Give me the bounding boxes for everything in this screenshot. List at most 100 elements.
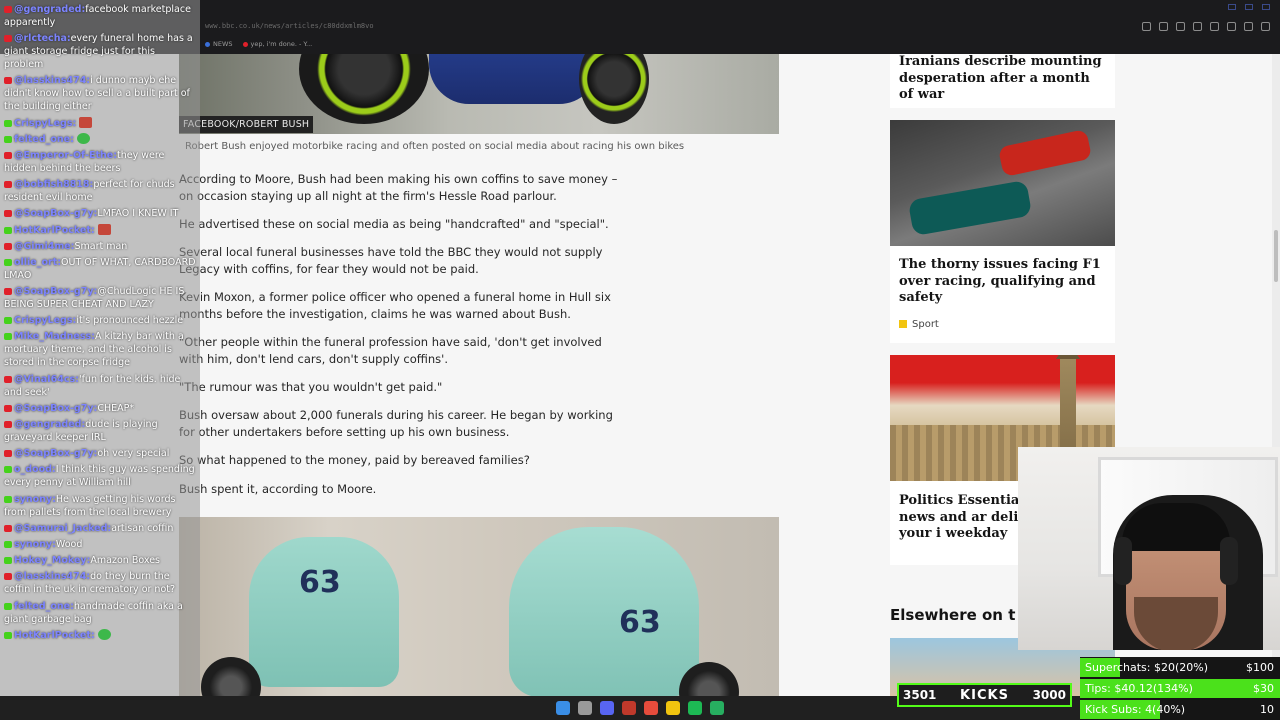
cap-shape	[1122, 503, 1230, 551]
scrollbar-thumb[interactable]	[1274, 230, 1278, 282]
chat-username: @SoapBox-g7y:	[14, 402, 98, 414]
elsewhere-heading: Elsewhere on t	[890, 606, 1016, 624]
chat-username: HotKarlPocket:	[14, 224, 95, 236]
chat-username: @SoapBox-g7y:	[14, 208, 98, 220]
youtube-badge-icon	[4, 181, 12, 189]
f1-car-shape	[907, 179, 1033, 237]
reader-icon[interactable]	[1142, 22, 1151, 31]
article-paragraph: "Other people within the funeral profess…	[179, 335, 602, 366]
chat-username: HotKarlPocket:	[14, 629, 95, 641]
goal-label: Tips: $40.12(134%)	[1080, 682, 1193, 695]
article-paragraph: Kevin Moxon, a former police officer who…	[179, 290, 611, 321]
bookmark-youtube[interactable]: yep, i'm done. - Y...	[242, 40, 312, 48]
chat-username: ollie_ort:	[14, 256, 62, 268]
minimize-icon[interactable]	[1228, 4, 1236, 10]
youtube-badge-icon	[4, 77, 12, 85]
goal-tips: Tips: $40.12(134%) $30	[1080, 678, 1280, 699]
chat-username: Mike_Madness:	[14, 331, 95, 343]
article-paragraph: According to Moore, Bush had been making…	[179, 172, 618, 203]
xbox-icon[interactable]	[710, 701, 724, 715]
obs-icon[interactable]	[622, 701, 636, 715]
kick-badge-icon	[4, 602, 12, 610]
emote-icon	[97, 223, 111, 235]
chat-message: @Emperor-Of-Ethe:they were hidden behind…	[4, 149, 196, 175]
youtube-badge-icon	[4, 288, 12, 296]
kick-badge-icon	[4, 226, 12, 234]
bike-number: 63	[619, 605, 661, 640]
chat-text: LMFAO I KNEW IT	[97, 208, 179, 220]
kick-badge-icon	[4, 540, 12, 548]
chat-text: artisan coffin	[111, 522, 174, 534]
chat-username: @Gimi4me:	[14, 240, 75, 252]
article-paragraph: "The rumour was that you wouldn't get pa…	[179, 380, 443, 394]
browser-icon[interactable]	[644, 701, 658, 715]
youtube-badge-icon	[4, 375, 12, 383]
image-caption: Robert Bush enjoyed motorbike racing and…	[185, 141, 685, 152]
chat-username: CrispyLegs:	[14, 117, 77, 129]
related-card-title[interactable]: The thorny issues facing F1 over racing,…	[890, 246, 1115, 307]
related-card[interactable]: The thorny issues facing F1 over racing,…	[890, 120, 1115, 343]
download-icon[interactable]	[1244, 22, 1253, 31]
spotify-icon[interactable]	[688, 701, 702, 715]
discord-icon[interactable]	[600, 701, 614, 715]
chat-username: @gengraded:	[14, 4, 86, 15]
chat-message: @SoapBox-g7y:oh very special	[4, 447, 196, 460]
windows-start-icon[interactable]	[556, 701, 570, 715]
goal-label-text: Superchats:	[1085, 661, 1151, 674]
kick-badge-icon	[4, 258, 12, 266]
folder-icon[interactable]	[666, 701, 680, 715]
youtube-badge-icon	[4, 524, 12, 532]
translate-icon[interactable]	[1176, 22, 1185, 31]
window-controls	[1228, 4, 1270, 10]
goal-superchats: Superchats: $20(20%) $100	[1080, 657, 1280, 678]
chat-message: Hokey_Mokey:Amazon Boxes	[4, 554, 196, 567]
youtube-badge-icon	[4, 421, 12, 428]
extensions-icon[interactable]	[1227, 22, 1236, 31]
kick-count: 3501	[903, 688, 937, 702]
goal-value: $20(20%)	[1154, 661, 1209, 674]
zoom-icon[interactable]	[1159, 22, 1168, 31]
taskbar-icons	[556, 701, 724, 715]
youtube-badge-icon	[4, 450, 12, 458]
maximize-icon[interactable]	[1245, 4, 1253, 10]
chat-text: Smart man	[74, 240, 128, 252]
article-image-bikes: 63 63	[179, 517, 779, 697]
emote-icon	[79, 116, 93, 128]
live-chat-overlay: @gengraded:facebook marketplace apparent…	[0, 0, 200, 720]
chat-message: @gengraded:dude is playing graveyard kee…	[4, 418, 196, 444]
kick-badge-icon	[4, 495, 12, 503]
article-paragraph: Bush oversaw about 2,000 funerals during…	[179, 408, 613, 439]
menu-icon[interactable]	[1261, 22, 1270, 31]
bookmark-news[interactable]: NEWS	[205, 40, 233, 48]
youtube-badge-icon	[4, 6, 12, 13]
chat-message: felted_one:handmade coffin aka a giant g…	[4, 600, 196, 626]
chat-message: @rlctecha:every funeral home has a giant…	[4, 32, 196, 71]
kick-badge-icon	[4, 333, 12, 341]
f1-car-shape	[997, 128, 1093, 178]
related-card[interactable]: Iranians describe mounting desperation a…	[890, 54, 1115, 108]
kick-badge-icon	[4, 135, 12, 143]
share-icon[interactable]	[1193, 22, 1202, 31]
youtube-badge-icon	[4, 404, 12, 412]
youtube-badge-icon	[4, 35, 12, 43]
kick-badge-icon	[4, 631, 12, 639]
close-icon[interactable]	[1262, 4, 1270, 10]
article-paragraph: So what happened to the money, paid by b…	[179, 453, 530, 467]
article-paragraph: Several local funeral businesses have to…	[179, 245, 603, 276]
bookmark-star-icon[interactable]	[1210, 22, 1219, 31]
chat-username: synony:	[14, 493, 56, 505]
kick-label: KICKS	[960, 687, 1009, 703]
chat-message: ollie_ort:OUT OF WHAT, CARDBOARD LMAO	[4, 256, 196, 282]
related-card-title[interactable]: Iranians describe mounting desperation a…	[890, 54, 1115, 104]
headset-shape	[1114, 537, 1132, 585]
youtube-icon	[242, 41, 248, 47]
search-icon[interactable]	[578, 701, 592, 715]
goal-value: $40.12(134%)	[1114, 682, 1193, 695]
address-bar[interactable]: www.bbc.co.uk/news/articles/c80ddxmlm8vo	[205, 22, 374, 30]
goal-target: 10	[1260, 703, 1274, 716]
topic-tag[interactable]: Sport	[890, 307, 1115, 330]
related-card-image[interactable]	[890, 120, 1115, 246]
goal-label-text: Tips:	[1085, 682, 1111, 695]
youtube-badge-icon	[4, 210, 12, 218]
extension-icons	[1142, 22, 1270, 31]
